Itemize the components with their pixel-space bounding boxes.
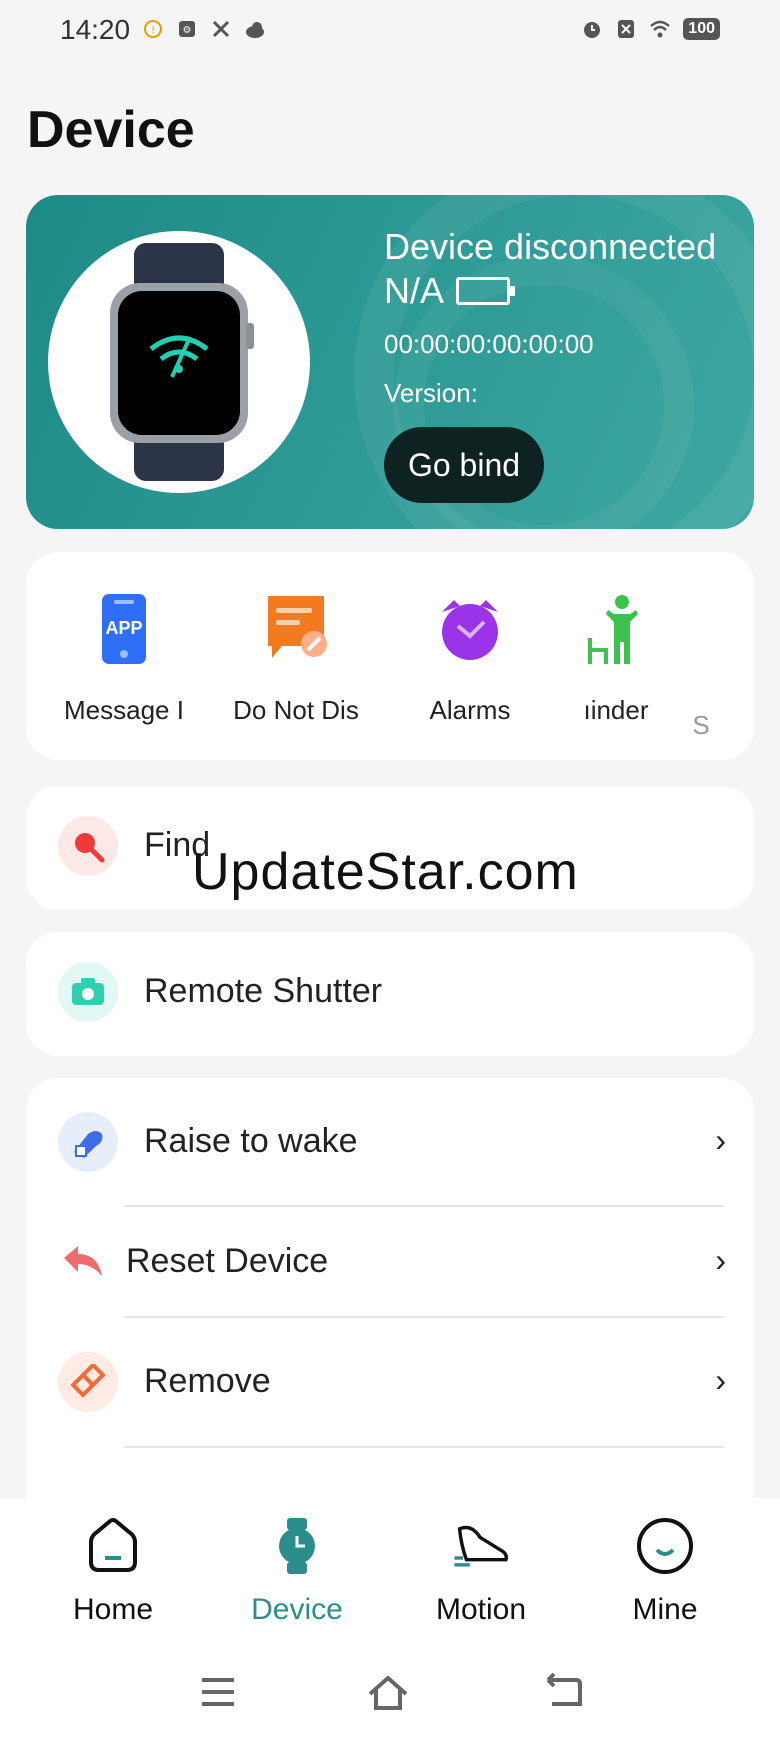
device-name: N/A [384, 270, 445, 311]
raise-to-wake-row[interactable]: Raise to wake › [26, 1082, 754, 1202]
chevron-right-icon: › [715, 1362, 726, 1398]
remote-shutter-card[interactable]: Remote Shutter [26, 932, 754, 1056]
quick-alarms[interactable]: Alarms [390, 592, 550, 726]
status-bar: 14:20 ! ⚙ 100 [0, 0, 780, 60]
reset-device-label: Reset Device [126, 1242, 329, 1280]
do-not-disturb-icon [268, 596, 327, 658]
svg-text:⚙: ⚙ [183, 25, 192, 36]
tab-device[interactable]: Device [222, 1516, 372, 1627]
home-nav-icon[interactable] [368, 1672, 408, 1712]
reset-device-row[interactable]: Reset Device › [26, 1202, 754, 1322]
unlink-icon [58, 1352, 118, 1412]
reset-icon [54, 1232, 114, 1292]
remote-shutter-label: Remote Shutter [144, 972, 383, 1010]
chevron-right-icon: › [715, 1242, 726, 1278]
battery-outline-icon [456, 277, 516, 305]
status-time: 14:20 [60, 14, 131, 45]
alarm-icon [584, 22, 601, 38]
chevron-right-icon: › [715, 1122, 726, 1158]
home-icon [89, 1518, 137, 1572]
watch-icon [279, 1518, 315, 1574]
tab-motion[interactable]: Motion [406, 1516, 556, 1627]
menu-icon[interactable] [198, 1672, 238, 1712]
usb-debug-icon: ⚙ [179, 21, 195, 37]
app-message-icon: APP [102, 594, 146, 664]
raise-to-wake-label: Raise to wake [144, 1122, 358, 1160]
device-card: Device disconnected N/A 00:00:00:00:00:0… [26, 195, 754, 529]
page-title: Device [27, 101, 195, 159]
camera-icon [58, 962, 118, 1022]
watermark: UpdateStar.com [192, 843, 579, 901]
search-icon [58, 816, 118, 876]
settings-list: Raise to wake › Reset Device › Remove › [26, 1078, 754, 1538]
shoe-icon [454, 1525, 508, 1567]
tab-mine[interactable]: Mine [590, 1516, 740, 1627]
device-mac: 00:00:00:00:00:00 [384, 329, 594, 359]
watch-image [48, 231, 310, 493]
raise-wrist-icon [58, 1112, 118, 1172]
remove-row[interactable]: Remove › [26, 1322, 754, 1442]
back-icon[interactable] [544, 1672, 584, 1712]
cloud-icon [246, 22, 264, 38]
system-navigation [0, 1648, 780, 1739]
quick-do-not-disturb[interactable]: Do Not Dis [216, 592, 376, 726]
quick-reminder[interactable]: ıinder [556, 592, 676, 726]
notification-icon: ! [144, 20, 162, 38]
alarm-clock-icon [442, 600, 498, 660]
battery-indicator: 100 [683, 18, 720, 40]
sim-off-icon [618, 20, 635, 38]
device-status: Device disconnected [384, 226, 717, 267]
go-bind-button[interactable]: Go bind [384, 427, 544, 503]
device-version: Version: [384, 378, 478, 408]
svg-text:APP: APP [105, 618, 142, 638]
tab-home[interactable]: Home [38, 1516, 188, 1627]
smartwatch-icon [110, 243, 254, 481]
wifi-icon [650, 20, 671, 38]
quick-actions: APP Message I Do Not Dis Alarms ıinder S [26, 552, 754, 760]
profile-icon [637, 1518, 693, 1574]
bottom-tab-bar: Home Device Motion Mine [0, 1498, 780, 1648]
quick-more[interactable]: S [676, 710, 726, 741]
quick-message[interactable]: APP Message I [44, 592, 204, 726]
tools-icon [212, 20, 230, 38]
remove-label: Remove [144, 1362, 271, 1400]
sedentary-reminder-icon [588, 595, 638, 664]
svg-text:!: ! [152, 25, 155, 36]
